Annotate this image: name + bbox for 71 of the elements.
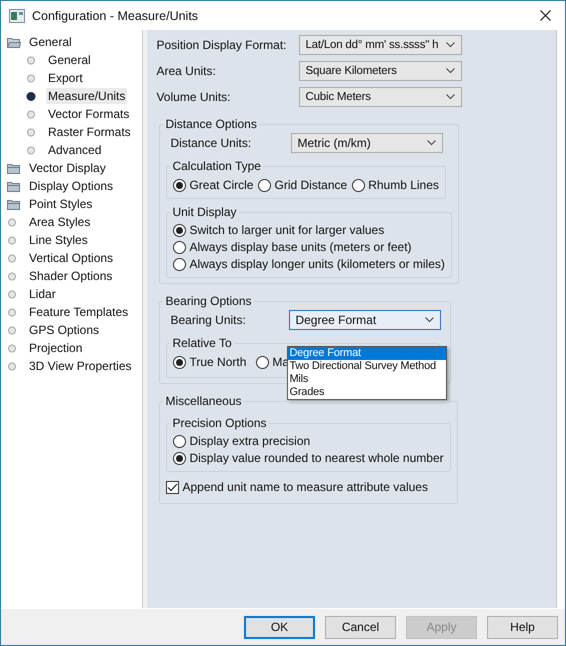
tree-item[interactable]: Projection	[1, 339, 142, 357]
radio-button[interactable]	[173, 452, 186, 464]
radio-label: Switch to larger unit for larger values	[189, 223, 384, 237]
caret-icon	[446, 42, 456, 48]
radio-label: Display value rounded to nearest whole number	[189, 451, 444, 465]
field-label: Volume Units:	[156, 90, 232, 104]
caret-icon	[427, 140, 436, 146]
radio-label: Always display longer units (kilometers or miles)	[189, 257, 445, 271]
tree-item[interactable]: Advanced	[1, 141, 142, 159]
caret-icon	[446, 94, 456, 100]
group-title: Calculation Type	[171, 159, 262, 173]
window-title: Configuration - Measure/Units	[32, 8, 198, 22]
radio-label: Grid Distance	[274, 178, 348, 192]
tree-item[interactable]: Vector Formats	[1, 105, 142, 123]
field-label: Distance Units:	[169, 136, 252, 150]
dropdown-option[interactable]: Two Directional Survey Method	[288, 360, 446, 373]
dialog-button[interactable]: Cancel	[325, 616, 396, 638]
tree-item[interactable]: Area Styles	[1, 213, 142, 231]
dropdown[interactable]: Square Kilometers	[299, 61, 462, 81]
group-title: Miscellaneous	[164, 394, 243, 408]
group-title: Precision Options	[171, 416, 268, 430]
close-icon[interactable]	[540, 10, 551, 21]
dropdown[interactable]: Cubic Meters	[299, 87, 462, 107]
tree-item[interactable]: 3D View Properties	[1, 357, 142, 375]
radio-label: Always display base units (meters or feet)	[189, 240, 412, 254]
tree-item[interactable]: Export	[1, 69, 142, 87]
tree-item[interactable]: Lidar	[1, 285, 142, 303]
tree-item[interactable]: Feature Templates	[1, 303, 142, 321]
dropdown-option[interactable]: Mils	[288, 373, 446, 386]
radio-button[interactable]	[173, 356, 186, 368]
tree-item[interactable]: General	[1, 33, 142, 51]
tree-item[interactable]: Point Styles	[1, 195, 142, 213]
radio-button[interactable]	[256, 356, 270, 368]
dropdown[interactable]: Degree Format	[289, 310, 442, 330]
dropdown[interactable]: Metric (m/km)	[291, 133, 444, 153]
dialog-button[interactable]: OK	[244, 616, 315, 638]
group-title: Distance Options	[164, 117, 258, 131]
group-title: Bearing Options	[164, 294, 253, 308]
radio-label: Great Circle	[189, 178, 254, 192]
radio-button[interactable]	[258, 178, 272, 192]
radio-button[interactable]	[173, 434, 186, 448]
tree-item[interactable]: Display Options	[1, 177, 142, 195]
caret-icon	[446, 68, 456, 74]
radio-label: True North	[189, 355, 246, 369]
radio-button[interactable]	[352, 178, 366, 192]
radio-button[interactable]	[173, 224, 186, 236]
field-label: Area Units:	[156, 64, 217, 78]
tree-item[interactable]: Vertical Options	[1, 249, 142, 267]
field-label: Position Display Format:	[156, 38, 288, 52]
tree-item[interactable]: GPS Options	[1, 321, 142, 339]
radio-label: Display extra precision	[189, 434, 310, 448]
radio-button[interactable]	[173, 240, 186, 254]
field-label: Bearing Units:	[169, 313, 247, 327]
tree-item[interactable]: Line Styles	[1, 231, 142, 249]
dropdown-option[interactable]: Grades	[288, 386, 446, 399]
app-icon	[9, 8, 25, 22]
caret-icon	[425, 317, 434, 323]
checkbox-label: Append unit name to measure attribute values	[182, 480, 428, 494]
tree-item[interactable]: Shader Options	[1, 267, 142, 285]
group-title: Relative To	[171, 336, 233, 350]
group-title: Unit Display	[171, 205, 238, 219]
dropdown-option[interactable]: Degree Format	[288, 347, 446, 360]
dropdown[interactable]: Lat/Lon dd° mm' ss.ssss" h	[299, 35, 462, 55]
radio-button[interactable]	[173, 178, 186, 192]
dialog-button[interactable]: Help	[487, 616, 558, 638]
tree-item[interactable]: General	[1, 51, 142, 69]
tree-item[interactable]: Raster Formats	[1, 123, 142, 141]
tree-item[interactable]: Vector Display	[1, 159, 142, 177]
checkbox[interactable]	[166, 480, 180, 494]
radio-button[interactable]	[173, 258, 186, 270]
radio-label: Rhumb Lines	[368, 178, 439, 192]
